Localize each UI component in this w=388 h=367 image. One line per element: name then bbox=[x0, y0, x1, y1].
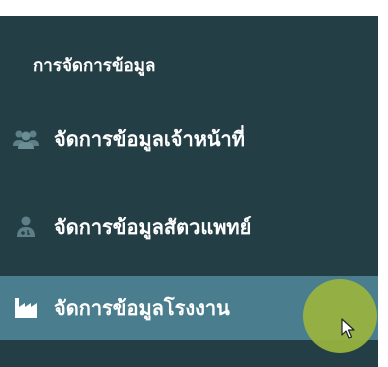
sidebar-item-label: จัดการข้อมูลสัตวแพทย์ bbox=[54, 215, 252, 239]
click-indicator bbox=[303, 279, 377, 353]
user-md-icon bbox=[11, 212, 41, 242]
section-label: การจัดการข้อมูล bbox=[33, 56, 156, 76]
screen: การจัดการข้อมูล จัดการข้อมูลเจ้าหน้าที่ bbox=[0, 0, 388, 367]
users-icon bbox=[11, 124, 41, 154]
sidebar-item-veterinarian[interactable]: จัดการข้อมูลสัตวแพทย์ bbox=[0, 199, 378, 255]
factory-icon bbox=[11, 293, 41, 323]
sidebar-item-staff[interactable]: จัดการข้อมูลเจ้าหน้าที่ bbox=[0, 111, 378, 167]
sidebar-item-label: จัดการข้อมูลโรงงาน bbox=[54, 296, 230, 320]
sidebar-item-label: จัดการข้อมูลเจ้าหน้าที่ bbox=[54, 127, 245, 151]
mouse-cursor-icon bbox=[341, 318, 355, 339]
